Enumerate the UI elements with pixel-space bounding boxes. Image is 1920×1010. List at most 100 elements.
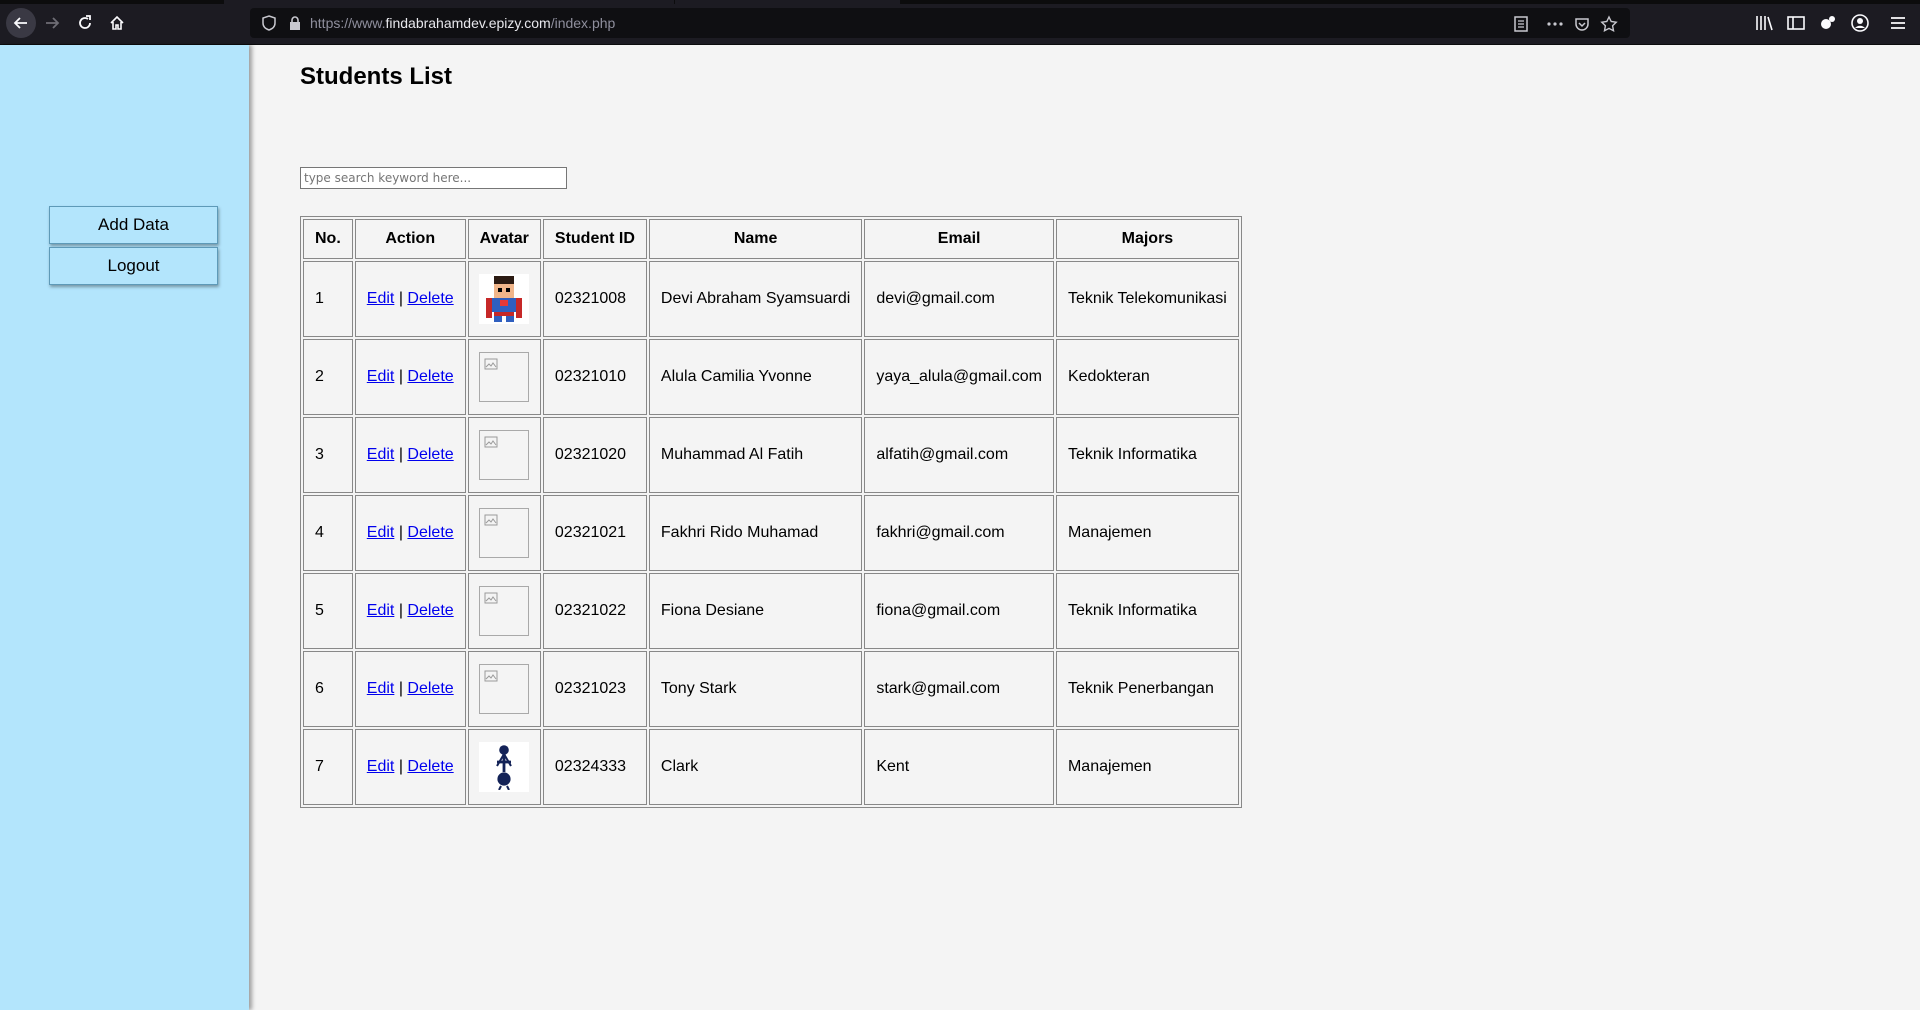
delete-link[interactable]: Delete xyxy=(407,602,453,619)
broken-image-placeholder xyxy=(478,352,529,402)
delete-link[interactable]: Delete xyxy=(407,758,453,775)
delete-link[interactable]: Delete xyxy=(407,524,453,541)
action-separator: | xyxy=(398,602,403,619)
edit-link[interactable]: Edit xyxy=(367,290,395,307)
broken-image-icon xyxy=(484,592,498,604)
menu-icon[interactable] xyxy=(1888,13,1908,33)
delete-link[interactable]: Delete xyxy=(407,290,453,307)
cell-avatar xyxy=(467,729,541,805)
cell-student-id: 02321008 xyxy=(542,261,647,337)
edit-link[interactable]: Edit xyxy=(367,758,395,775)
add-data-button[interactable]: Add Data xyxy=(49,206,218,244)
edit-link[interactable]: Edit xyxy=(367,524,395,541)
delete-link[interactable]: Delete xyxy=(407,680,453,697)
avatar-image xyxy=(478,742,529,792)
reload-button[interactable] xyxy=(71,9,99,37)
arrow-left-icon xyxy=(13,17,27,29)
cell-student-id: 02321022 xyxy=(542,573,647,649)
broken-image-placeholder xyxy=(478,664,529,714)
reader-view-icon[interactable] xyxy=(1512,15,1530,33)
cell-email: devi@gmail.com xyxy=(864,261,1054,337)
url-domain: findabrahamdev.epizy.com xyxy=(385,15,551,31)
edit-link[interactable]: Edit xyxy=(367,446,395,463)
cell-email: fiona@gmail.com xyxy=(864,573,1054,649)
students-table: No. Action Avatar Student ID Name Email … xyxy=(300,216,1242,808)
cell-major: Teknik Telekomunikasi xyxy=(1055,261,1239,337)
cell-student-id: 02321010 xyxy=(542,339,647,415)
cell-avatar xyxy=(467,495,541,571)
header-avatar: Avatar xyxy=(467,219,541,259)
star-icon[interactable] xyxy=(1600,15,1618,33)
broken-image-icon xyxy=(484,436,498,448)
cell-major: Teknik Informatika xyxy=(1055,573,1239,649)
header-no: No. xyxy=(303,219,353,259)
cell-avatar xyxy=(467,651,541,727)
cell-major: Manajemen xyxy=(1055,495,1239,571)
cell-action: Edit | Delete xyxy=(354,417,466,493)
browser-toolbar: https://www.findabrahamdev.epizy.com/ind… xyxy=(0,4,1920,45)
cell-action: Edit | Delete xyxy=(354,573,466,649)
cell-name: Fakhri Rido Muhamad xyxy=(648,495,863,571)
cell-major: Teknik Penerbangan xyxy=(1055,651,1239,727)
cell-no: 3 xyxy=(303,417,353,493)
cell-action: Edit | Delete xyxy=(354,729,466,805)
more-actions-icon[interactable] xyxy=(1546,15,1564,33)
cell-no: 1 xyxy=(303,261,353,337)
edit-link[interactable]: Edit xyxy=(367,680,395,697)
action-separator: | xyxy=(398,290,403,307)
delete-link[interactable]: Delete xyxy=(407,368,453,385)
delete-link[interactable]: Delete xyxy=(407,446,453,463)
edit-link[interactable]: Edit xyxy=(367,602,395,619)
cell-action: Edit | Delete xyxy=(354,261,466,337)
lock-icon[interactable] xyxy=(286,14,304,32)
shield-icon[interactable] xyxy=(260,14,278,32)
cell-name: Fiona Desiane xyxy=(648,573,863,649)
broken-image-icon xyxy=(484,670,498,682)
table-row: 1 Edit | Delete 02321008 Devi Abraham Syams… xyxy=(303,261,1239,337)
table-row: 5 Edit | Delete 02321022 Fiona Desiane fiona… xyxy=(303,573,1239,649)
cell-avatar xyxy=(467,339,541,415)
cell-avatar xyxy=(467,417,541,493)
cell-major: Kedokteran xyxy=(1055,339,1239,415)
forward-button[interactable] xyxy=(38,9,66,37)
action-separator: | xyxy=(398,368,403,385)
search-input[interactable] xyxy=(300,167,567,189)
cell-action: Edit | Delete xyxy=(354,495,466,571)
header-name: Name xyxy=(648,219,863,259)
cell-name: Clark xyxy=(648,729,863,805)
action-separator: | xyxy=(398,680,403,697)
back-button[interactable] xyxy=(6,8,36,38)
home-button[interactable] xyxy=(103,9,131,37)
cell-avatar xyxy=(467,573,541,649)
reload-icon xyxy=(79,15,91,29)
cell-no: 4 xyxy=(303,495,353,571)
cell-name: Muhammad Al Fatih xyxy=(648,417,863,493)
url-path: /index.php xyxy=(550,15,616,31)
account-icon[interactable] xyxy=(1850,13,1870,33)
edit-link[interactable]: Edit xyxy=(367,368,395,385)
url-bar[interactable]: https://www.findabrahamdev.epizy.com/ind… xyxy=(250,8,1630,38)
table-row: 6 Edit | Delete 02321023 Tony Stark stark@gm… xyxy=(303,651,1239,727)
sidebar: Add Data Logout xyxy=(0,45,249,1010)
broken-image-icon xyxy=(484,514,498,526)
action-separator: | xyxy=(398,446,403,463)
cell-student-id: 02324333 xyxy=(542,729,647,805)
cell-action: Edit | Delete xyxy=(354,339,466,415)
sidebar-toggle-icon[interactable] xyxy=(1786,13,1806,33)
cell-no: 5 xyxy=(303,573,353,649)
extension-icon[interactable] xyxy=(1818,13,1838,33)
table-row: 4 Edit | Delete 02321021 Fakhri Rido Muhama… xyxy=(303,495,1239,571)
url-text: https://www.findabrahamdev.epizy.com/ind… xyxy=(310,15,615,31)
header-action: Action xyxy=(354,219,466,259)
cell-email: fakhri@gmail.com xyxy=(864,495,1054,571)
header-email: Email xyxy=(864,219,1054,259)
cell-email: Kent xyxy=(864,729,1054,805)
header-majors: Majors xyxy=(1055,219,1239,259)
action-separator: | xyxy=(398,524,403,541)
spurs-crest-icon xyxy=(495,745,512,790)
pocket-icon[interactable] xyxy=(1573,15,1591,33)
broken-image-placeholder xyxy=(478,430,529,480)
cell-student-id: 02321020 xyxy=(542,417,647,493)
library-icon[interactable] xyxy=(1754,13,1774,33)
logout-button[interactable]: Logout xyxy=(49,247,218,285)
